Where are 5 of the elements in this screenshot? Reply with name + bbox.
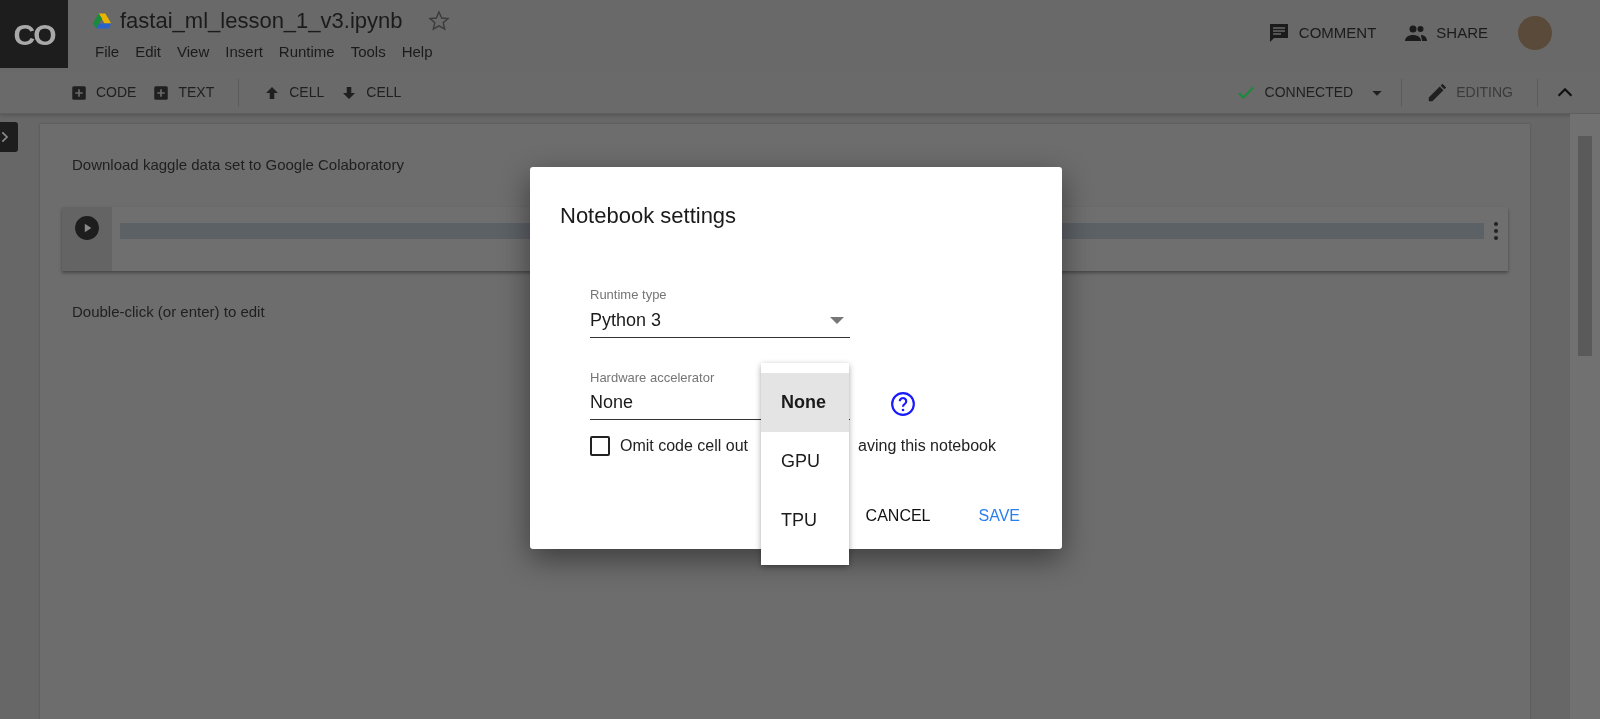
field-label: Hardware accelerator <box>590 368 716 387</box>
checkbox-label: aving this notebook <box>858 436 996 457</box>
checkbox-label: Omit code cell out <box>620 436 749 457</box>
field-label: Runtime type <box>590 286 668 305</box>
dialog-title: Notebook settings <box>560 203 738 230</box>
